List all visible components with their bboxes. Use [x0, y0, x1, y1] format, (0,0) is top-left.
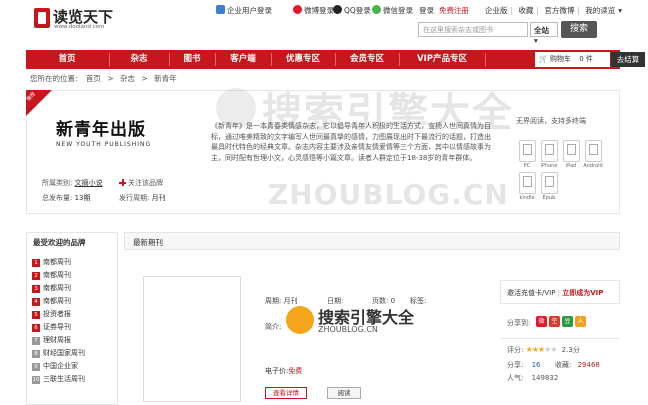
- become-vip-link[interactable]: 立即成为VIP: [562, 289, 603, 297]
- renren-share-icon[interactable]: 人: [575, 316, 586, 327]
- vip-promo: 邀活充值卡/VIP | 立即成为VIP: [507, 289, 604, 297]
- pc-icon[interactable]: [519, 140, 536, 162]
- chevron-down-icon: ▾: [534, 36, 538, 45]
- list-item[interactable]: 9 中国企业家: [32, 361, 78, 371]
- douban-share-icon[interactable]: 豆: [562, 316, 573, 327]
- list-item[interactable]: 6 证券导刊: [32, 322, 71, 332]
- top-links: 企业版 | 收藏 | 官方微博 | 我的读览 ▾: [485, 6, 623, 15]
- list-item[interactable]: 10 三联生活周刊: [32, 374, 85, 384]
- rating-row: 评分: ★★★★★ 2.3分: [507, 345, 580, 354]
- breadcrumb-magazines[interactable]: 杂志: [120, 74, 135, 83]
- watermark-badge: [286, 306, 314, 334]
- cover-subtitle: NEW YOUTH PUBLISHING: [56, 141, 152, 148]
- follow-button[interactable]: 关注该品牌: [119, 178, 163, 188]
- enterprise-login-link[interactable]: 企业用户登录: [216, 5, 272, 16]
- search-scope-select[interactable]: 全站 ▾: [530, 22, 558, 45]
- nav-vip[interactable]: VIP产品专区: [400, 50, 484, 69]
- enterprise-icon: [216, 5, 225, 14]
- popular-brands-title: 最受欢迎的品牌: [33, 238, 86, 247]
- chevron-down-icon: ▾: [618, 6, 623, 15]
- cycle-row: 发行周期: 月刊: [119, 194, 166, 202]
- official-weibo-link[interactable]: 官方微博: [544, 6, 574, 15]
- read-button[interactable]: 阅读: [327, 387, 361, 399]
- favorite-count-row: 收藏: 29468: [555, 361, 600, 369]
- issue-intro: 简介:: [265, 323, 282, 331]
- list-item[interactable]: 4 南都周刊: [32, 296, 71, 306]
- qq-icon: [333, 5, 342, 14]
- cover-title: 新青年出版: [56, 120, 146, 140]
- wechat-login-link[interactable]: 微信登录: [372, 5, 413, 16]
- search-input[interactable]: 在这里搜索杂志或图书: [418, 22, 528, 37]
- list-item[interactable]: 8 财经国家周刊: [32, 348, 85, 358]
- total-issues-row: 总发布量: 13期: [42, 194, 91, 202]
- cart-icon: 🛒: [539, 55, 548, 63]
- latest-issue-title: 最新期刊: [133, 238, 163, 247]
- qzone-share-icon[interactable]: 空: [549, 316, 560, 327]
- list-item[interactable]: 3 南都周刊: [32, 283, 71, 293]
- favorites-link[interactable]: 收藏: [518, 6, 533, 15]
- views-count-row: 人气: 149832: [507, 374, 559, 382]
- search-button[interactable]: 搜索: [561, 21, 597, 38]
- cart-count: 0: [579, 55, 584, 63]
- my-dooland-link[interactable]: 我的读览: [585, 6, 615, 15]
- enterprise-edition-link[interactable]: 企业版: [485, 6, 508, 15]
- device-label: iPad: [565, 163, 577, 169]
- ipad-icon[interactable]: [563, 140, 580, 162]
- latest-issue-header: [124, 232, 620, 250]
- iphone-icon[interactable]: [541, 140, 558, 162]
- list-item[interactable]: 5 投资者报: [32, 309, 71, 319]
- share-label: 分享到:: [507, 319, 531, 327]
- watermark-domain-2: ZHOUBLOG.CN: [318, 325, 378, 334]
- list-item[interactable]: 1 南都周刊: [32, 257, 71, 267]
- view-details-button[interactable]: 查看详情: [265, 387, 307, 399]
- weibo-share-icon[interactable]: 微: [536, 316, 547, 327]
- android-icon[interactable]: [585, 140, 602, 162]
- epub-icon[interactable]: [541, 172, 558, 194]
- magazine-description: 《新青年》是一本青春类情感杂志，它以倡导青年人积极的生活方式，宣扬人世间真情为目…: [211, 122, 491, 163]
- nav-books[interactable]: 图书: [170, 50, 214, 69]
- logo-domain: www.dooland.com: [54, 24, 105, 30]
- magazine-cover[interactable]: 新青年出版 NEW YOUTH PUBLISHING: [56, 115, 174, 153]
- nav-client[interactable]: 客户端: [216, 50, 270, 69]
- share-count-row: 分享: 16: [507, 361, 541, 369]
- breadcrumb-current: 新青年: [154, 74, 177, 83]
- register-link[interactable]: 免费注册: [439, 5, 469, 16]
- top-bar: 读览天下 www.dooland.com 企业用户登录 微博登录 QQ登录 微信…: [0, 0, 648, 45]
- wechat-icon: [372, 5, 381, 14]
- device-label: Android: [583, 163, 603, 169]
- breadcrumb: 您所在的位置: 首页 > 杂志 > 新青年: [30, 74, 177, 83]
- list-item[interactable]: 7 理财周报: [32, 335, 71, 345]
- nav-home[interactable]: 首页: [26, 50, 108, 69]
- breadcrumb-home[interactable]: 首页: [86, 74, 101, 83]
- login-link[interactable]: 登录: [419, 5, 434, 16]
- qq-login-link[interactable]: QQ登录: [333, 5, 371, 16]
- plus-icon: [119, 179, 126, 186]
- kindle-icon[interactable]: [519, 172, 536, 194]
- site-logo[interactable]: 读览天下 www.dooland.com: [34, 6, 114, 34]
- list-item[interactable]: 2 南都周刊: [32, 270, 71, 280]
- device-label: kindle: [519, 195, 535, 201]
- weibo-login-link[interactable]: 微博登录: [293, 5, 334, 16]
- price-value: 免费: [288, 367, 303, 375]
- nav-magazines[interactable]: 杂志: [110, 50, 168, 69]
- device-label: PC: [523, 163, 531, 169]
- rating-stars[interactable]: ★★★★★: [526, 345, 558, 354]
- category-link[interactable]: 文摘小说: [75, 179, 103, 187]
- nav-discounts[interactable]: 优惠专区: [272, 50, 334, 69]
- logo-mark-icon: [34, 8, 50, 28]
- multi-device-label: 无界阅读，支持多终端: [516, 117, 586, 125]
- issue-cover-image[interactable]: [143, 276, 241, 402]
- weibo-icon: [293, 5, 302, 14]
- checkout-button[interactable]: 去结算: [611, 52, 645, 67]
- device-label: iPhone: [540, 163, 558, 169]
- nav-divider: [485, 53, 486, 66]
- nav-members[interactable]: 会员专区: [336, 50, 398, 69]
- category-row: 所属类别: 文摘小说: [42, 179, 103, 187]
- cart-button[interactable]: 🛒 购物车 0 件: [535, 52, 610, 67]
- main-nav: 首页 杂志 图书 客户端 优惠专区 会员专区 VIP产品专区 🛒 购物车 0 件…: [26, 50, 645, 69]
- issue-period: 周期: 月刊: [265, 297, 298, 305]
- electronic-price: 电子价:免费: [265, 367, 303, 375]
- device-label: Epub: [542, 195, 556, 201]
